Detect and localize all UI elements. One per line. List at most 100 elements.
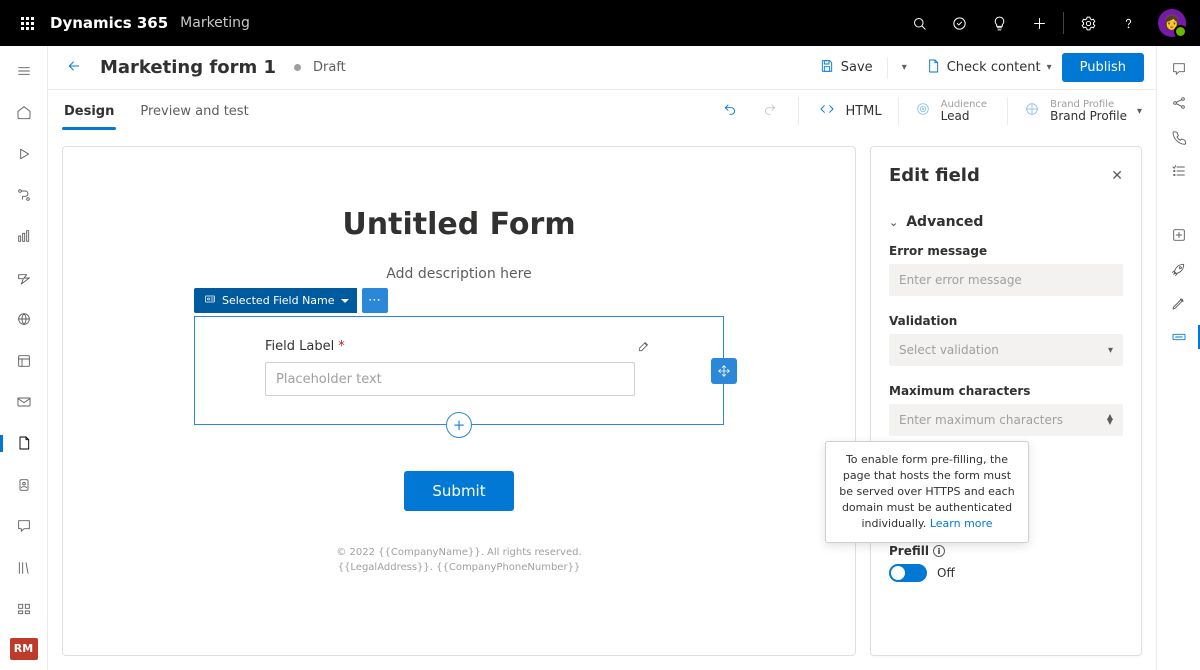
check-content-label: Check content [947,60,1041,75]
brand-icon [1024,101,1040,121]
forms-icon[interactable] [8,431,40,456]
field-more-menu[interactable]: ⋯ [362,288,388,313]
separator [1063,12,1064,34]
pen-icon[interactable] [1165,294,1193,312]
redo-button[interactable] [758,97,782,125]
work-area: Untitled Form Add description here Selec… [48,132,1156,670]
email-icon[interactable] [8,389,40,414]
segments-icon[interactable] [8,472,40,497]
settings-icon[interactable] [1068,0,1108,46]
module-name: Marketing [180,15,250,31]
hamburger-icon[interactable] [8,58,40,83]
html-label: HTML [845,104,881,119]
status-dot [294,64,301,71]
lightbulb-icon[interactable] [979,0,1019,46]
add-icon[interactable] [1019,0,1059,46]
status-text: Draft [313,60,346,75]
globe-icon[interactable] [8,306,40,331]
form-heading[interactable]: Untitled Form [342,207,575,242]
properties-icon[interactable] [1165,328,1193,346]
tab-preview[interactable]: Preview and test [138,94,250,129]
help-icon[interactable] [1108,0,1148,46]
max-chars-label: Maximum characters [889,384,1123,398]
check-content-button[interactable]: Check content ▾ [917,52,1060,84]
save-chevron[interactable]: ▾ [894,56,915,79]
separator [887,57,888,79]
tab-row: Design Preview and test HTML Audience Le… [48,90,1156,132]
error-message-input[interactable]: Enter error message [889,264,1123,296]
chat-icon[interactable] [8,513,40,538]
field-label: Field Label* [265,339,653,354]
publish-button[interactable]: Publish [1062,53,1144,82]
share-icon[interactable] [1165,94,1193,112]
triggers-icon[interactable] [8,265,40,290]
validation-label: Validation [889,314,1123,328]
right-tool-rail [1156,46,1200,670]
learn-more-link[interactable]: Learn more [930,517,993,530]
area-switcher-badge[interactable]: RM [10,638,38,660]
prefill-toggle[interactable] [889,564,927,582]
analytics-icon[interactable] [8,224,40,249]
advanced-section-toggle[interactable]: ⌄Advanced [889,214,1123,230]
app-launcher[interactable] [4,0,50,46]
field-placeholder-input[interactable]: Placeholder text [265,362,635,396]
selected-field-chip[interactable]: Selected Field Name [194,288,357,313]
library-icon[interactable] [8,555,40,580]
separator [798,97,799,125]
html-button[interactable]: HTML [815,97,881,125]
comments-icon[interactable] [1165,60,1193,78]
prefill-label: Prefill i [889,544,955,558]
save-label: Save [841,60,873,75]
brand-value: Brand Profile [1050,110,1127,123]
journeys-icon[interactable] [8,182,40,207]
command-bar: Marketing form 1 Draft Save ▾ Check cont… [48,46,1156,90]
max-chars-input[interactable]: Enter maximum characters▲▼ [889,404,1123,436]
prefill-tooltip: To enable form pre-filling, the page tha… [825,441,1029,543]
target-icon [915,101,931,121]
info-icon[interactable]: i [933,545,945,557]
error-message-label: Error message [889,244,1123,258]
separator [898,97,899,125]
code-icon [815,97,839,125]
audience-value: Lead [941,110,987,123]
form-footer: © 2022 {{CompanyName}}. All rights reser… [336,545,581,575]
move-handle[interactable] [711,358,737,384]
document-check-icon [925,58,941,78]
app-name: Dynamics 365 [50,14,168,32]
add-field-button[interactable]: + [446,412,472,438]
panel-title: Edit field [889,165,980,186]
brand-profile-selector[interactable]: Brand Profile Brand Profile ▾ [1024,99,1142,123]
back-button[interactable] [60,54,88,82]
edit-label-icon[interactable] [637,339,651,357]
left-nav-rail: RM [0,46,48,670]
rocket-icon[interactable] [1165,260,1193,278]
selected-field-name: Selected Field Name [222,294,335,307]
close-panel-button[interactable]: ✕ [1111,168,1123,184]
more-icon[interactable] [8,596,40,621]
save-button[interactable]: Save [811,52,881,84]
templates-icon[interactable] [8,348,40,373]
submit-button[interactable]: Submit [404,471,513,511]
id-card-icon [204,293,216,308]
play-icon[interactable] [8,141,40,166]
global-topbar: Dynamics 365 Marketing 👩 [0,0,1200,46]
undo-button[interactable] [718,97,742,125]
save-icon [819,58,835,78]
elements-icon[interactable] [1165,226,1193,244]
task-icon[interactable] [939,0,979,46]
form-description[interactable]: Add description here [386,266,531,282]
tasks-icon[interactable] [1165,162,1193,180]
edit-field-panel: Edit field ✕ ⌄Advanced Error message Ent… [870,146,1142,656]
separator [1007,97,1008,125]
tab-design[interactable]: Design [62,94,116,129]
prefill-state: Off [937,566,955,580]
selected-field-box[interactable]: Field Label* Placeholder text + [194,316,724,425]
phone-icon[interactable] [1165,128,1193,146]
form-canvas[interactable]: Untitled Form Add description here Selec… [62,146,856,656]
search-icon[interactable] [899,0,939,46]
home-icon[interactable] [8,99,40,124]
audience-selector[interactable]: Audience Lead [915,99,991,123]
user-avatar[interactable]: 👩 [1158,9,1186,37]
page-title: Marketing form 1 [100,57,276,78]
validation-select[interactable]: Select validation▾ [889,334,1123,366]
